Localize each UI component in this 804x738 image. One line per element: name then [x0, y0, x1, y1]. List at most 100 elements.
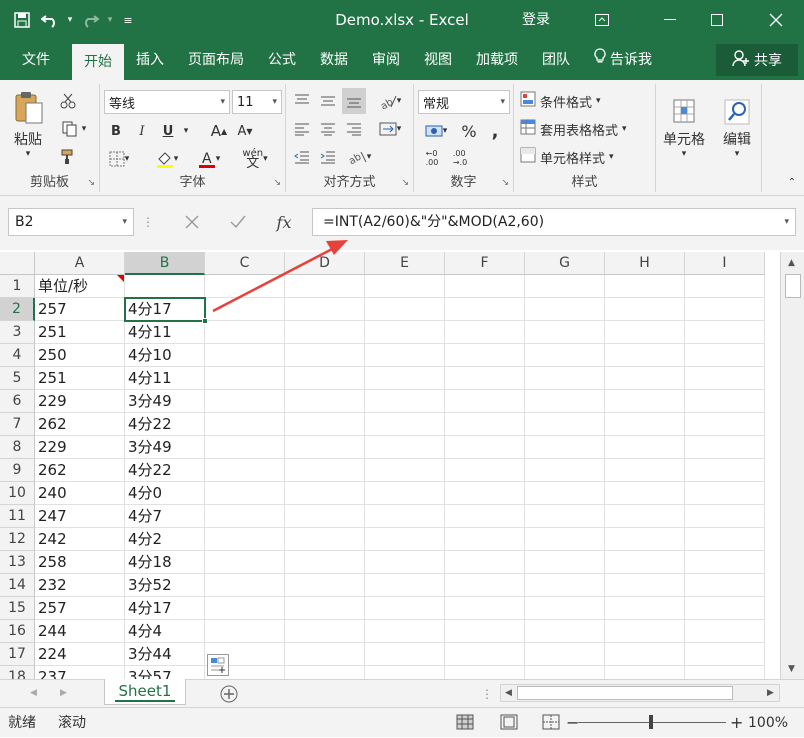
cell-b7[interactable]: 4分22: [125, 413, 205, 436]
cell-c12[interactable]: [205, 528, 285, 551]
angle-text-icon[interactable]: ab ▾: [342, 146, 378, 168]
dialog-launcher-icon[interactable]: ↘: [501, 178, 509, 188]
cell-styles-button[interactable]: 单元格样式 ▾: [520, 146, 614, 168]
cell-f6[interactable]: [445, 390, 525, 413]
cell-a10[interactable]: 240: [35, 482, 125, 505]
cell-g10[interactable]: [525, 482, 605, 505]
cell-f12[interactable]: [445, 528, 525, 551]
scroll-up-icon[interactable]: ▲: [788, 258, 795, 268]
cell-h7[interactable]: [605, 413, 685, 436]
cell-h5[interactable]: [605, 367, 685, 390]
format-as-table-button[interactable]: 套用表格格式 ▾: [520, 118, 627, 140]
cell-e10[interactable]: [365, 482, 445, 505]
tab-view[interactable]: 视图: [412, 44, 464, 77]
format-painter-icon[interactable]: [56, 146, 80, 168]
cell-g2[interactable]: [525, 298, 605, 321]
cell-d12[interactable]: [285, 528, 365, 551]
cell-f16[interactable]: [445, 620, 525, 643]
row-header[interactable]: 10: [0, 482, 35, 505]
cell-g16[interactable]: [525, 620, 605, 643]
underline-dropdown-icon[interactable]: ▾: [180, 120, 192, 142]
row-header[interactable]: 1: [0, 275, 35, 298]
scroll-left-icon[interactable]: ◀: [505, 688, 512, 698]
cell-f18[interactable]: [445, 666, 525, 679]
align-top-icon[interactable]: [290, 90, 314, 112]
cell-h16[interactable]: [605, 620, 685, 643]
accounting-format-icon[interactable]: ▾: [418, 120, 454, 142]
share-button[interactable]: 共享: [716, 44, 798, 76]
cell-b1[interactable]: [125, 275, 205, 298]
tab-review[interactable]: 审阅: [360, 44, 412, 77]
increase-decimal-icon[interactable]: ←0.00: [420, 146, 444, 170]
cell-b17[interactable]: 3分44: [125, 643, 205, 666]
increase-indent-icon[interactable]: [316, 146, 340, 168]
cell-g14[interactable]: [525, 574, 605, 597]
horizontal-scrollbar[interactable]: ◀ ▶: [500, 684, 780, 702]
cell-i14[interactable]: [685, 574, 765, 597]
cell-g15[interactable]: [525, 597, 605, 620]
cell-b16[interactable]: 4分4: [125, 620, 205, 643]
tab-home[interactable]: 开始: [72, 44, 124, 80]
cell-h18[interactable]: [605, 666, 685, 679]
cell-b13[interactable]: 4分18: [125, 551, 205, 574]
cancel-icon[interactable]: [172, 208, 212, 236]
cell-h17[interactable]: [605, 643, 685, 666]
cell-a5[interactable]: 251: [35, 367, 125, 390]
collapse-ribbon-icon[interactable]: ⌃: [784, 174, 800, 190]
cell-d8[interactable]: [285, 436, 365, 459]
cell-i17[interactable]: [685, 643, 765, 666]
cell-h12[interactable]: [605, 528, 685, 551]
cell-f11[interactable]: [445, 505, 525, 528]
cell-h9[interactable]: [605, 459, 685, 482]
cell-h10[interactable]: [605, 482, 685, 505]
cell-e1[interactable]: [365, 275, 445, 298]
cell-b10[interactable]: 4分0: [125, 482, 205, 505]
cell-g7[interactable]: [525, 413, 605, 436]
cell-a12[interactable]: 242: [35, 528, 125, 551]
decrease-indent-icon[interactable]: [290, 146, 314, 168]
cell-f2[interactable]: [445, 298, 525, 321]
row-header[interactable]: 9: [0, 459, 35, 482]
worksheet-grid[interactable]: A B C D E F G H I 1 单位/秒 2 257 4分17 3 251 4分11 4 250 4分10 5 2…: [0, 252, 780, 679]
horizontal-scroll-thumb[interactable]: [517, 686, 733, 700]
cell-i15[interactable]: [685, 597, 765, 620]
cell-a15[interactable]: 257: [35, 597, 125, 620]
row-header[interactable]: 3: [0, 321, 35, 344]
cell-a1[interactable]: 单位/秒: [35, 275, 125, 298]
cell-b11[interactable]: 4分7: [125, 505, 205, 528]
fill-handle[interactable]: [202, 318, 208, 324]
font-color-icon[interactable]: A ▾: [192, 148, 226, 170]
cell-e6[interactable]: [365, 390, 445, 413]
cell-i9[interactable]: [685, 459, 765, 482]
cut-icon[interactable]: [56, 90, 80, 112]
column-header-e[interactable]: E: [365, 252, 445, 275]
cell-f15[interactable]: [445, 597, 525, 620]
column-header-h[interactable]: H: [605, 252, 685, 275]
cell-b15[interactable]: 4分17: [125, 597, 205, 620]
cells-button[interactable]: 单元格 ▾: [660, 88, 708, 168]
row-header[interactable]: 8: [0, 436, 35, 459]
cell-f3[interactable]: [445, 321, 525, 344]
sheet-tab-sheet1[interactable]: Sheet1: [104, 679, 186, 705]
cell-f5[interactable]: [445, 367, 525, 390]
cell-c8[interactable]: [205, 436, 285, 459]
cell-i10[interactable]: [685, 482, 765, 505]
cell-e11[interactable]: [365, 505, 445, 528]
cell-c4[interactable]: [205, 344, 285, 367]
cell-i11[interactable]: [685, 505, 765, 528]
cell-d15[interactable]: [285, 597, 365, 620]
normal-view-icon[interactable]: [456, 714, 474, 730]
cell-e5[interactable]: [365, 367, 445, 390]
cell-b5[interactable]: 4分11: [125, 367, 205, 390]
cell-c9[interactable]: [205, 459, 285, 482]
cell-e18[interactable]: [365, 666, 445, 679]
row-header[interactable]: 7: [0, 413, 35, 436]
cell-h13[interactable]: [605, 551, 685, 574]
tab-addins[interactable]: 加载项: [464, 44, 530, 77]
cell-c1[interactable]: [205, 275, 285, 298]
cell-d11[interactable]: [285, 505, 365, 528]
page-break-view-icon[interactable]: [542, 714, 560, 730]
redo-icon[interactable]: [76, 6, 104, 34]
cell-c2[interactable]: [205, 298, 285, 321]
zoom-level[interactable]: 100%: [748, 708, 788, 738]
